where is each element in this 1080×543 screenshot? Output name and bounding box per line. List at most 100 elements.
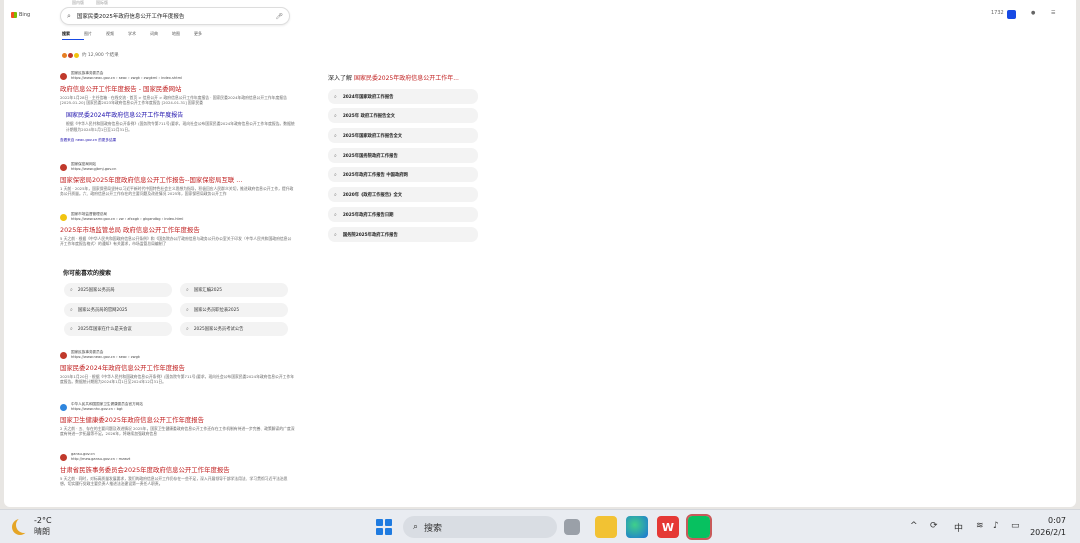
chip-label: 国家汇编2025 <box>193 288 222 293</box>
chip-label: 国家公务员职位表2025 <box>193 308 240 313</box>
related-search-chip[interactable]: ⌕ 国家公务员局的官网2025 <box>64 303 172 317</box>
search-result: 国家保密局网站 https://www.gjbmj.gov.cn 国家保密局202… <box>60 162 295 196</box>
site-url[interactable]: https://www.samr.gov.cn › zw › zfxxgk › … <box>71 217 183 222</box>
site-url[interactable]: https://www.gjbmj.gov.cn <box>71 167 116 172</box>
taskbar: -2°C 晴朗 ⌕ 搜索 W ^ ⟳ 中 ≋ ♪ ▭ 0:07 2026/2/1 <box>0 509 1080 543</box>
search-icon: ⌕ <box>67 11 71 20</box>
rail-search-item[interactable]: ⌕ 2025年国务院政府工作报告 <box>328 148 478 163</box>
temperature: -2°C <box>34 516 52 525</box>
weather-widget[interactable]: -2°C 晴朗 <box>12 515 52 537</box>
site-favicon-icon <box>60 72 67 80</box>
site-favicon-icon <box>60 351 67 359</box>
sub-result-title[interactable]: 国家民委2024年政府信息公开工作年度报告 <box>66 110 295 119</box>
rail-item-label: 2025年政府工作报告 中国政府网 <box>342 172 408 178</box>
taskbar-search[interactable]: ⌕ 搜索 <box>403 516 557 538</box>
site-url[interactable]: http://mzw.gansu.gov.cn › mzwzt <box>71 457 130 462</box>
tab-all[interactable]: 搜索 <box>62 31 84 40</box>
tab-maps[interactable]: 地图 <box>172 31 194 40</box>
related-search-chip[interactable]: ⌕ 国家汇编2025 <box>180 283 288 297</box>
region-tabs: 国内版 国际版 <box>72 0 108 6</box>
search-icon: ⌕ <box>334 191 337 198</box>
rail-search-item[interactable]: ⌕ 国务院2025年政府工作报告 <box>328 227 478 242</box>
site-favicon-icon <box>60 163 67 171</box>
tab-more[interactable]: 更多 <box>194 31 216 40</box>
wechat-icon[interactable] <box>686 514 712 540</box>
result-count-text: 约 12,900 个结果 <box>82 53 119 58</box>
result-title[interactable]: 国家卫生健康委2025年政府信息公开工作年度报告 <box>60 415 295 424</box>
rail-item-label: 2025年政府工作报告日期 <box>342 212 394 218</box>
rail-item-label: 2025年国务院政府工作报告 <box>342 153 398 159</box>
chevron-up-icon[interactable]: ^ <box>910 521 918 531</box>
result-title[interactable]: 国家民委2024年政府信息公开工作年度报告 <box>60 363 295 372</box>
battery-icon[interactable]: ▭ <box>1011 521 1020 531</box>
search-icon: ⌕ <box>334 132 337 139</box>
chip-label: 2025国家公务员考试公告 <box>193 327 244 332</box>
rail-item-label: 2025年国家政府工作报告全文 <box>342 133 403 139</box>
result-title[interactable]: 政府信息公开工作年度报告 - 国家民委网站 <box>60 84 295 93</box>
microphone-icon[interactable]: 🎤︎ <box>275 13 283 20</box>
chip-label: 国家公务员局的官网2025 <box>77 308 128 313</box>
more-results-link[interactable]: 查看来自 neac.gov.cn 的更多结果 <box>60 138 295 143</box>
time: 0:07 <box>1048 516 1066 525</box>
rewards-points[interactable]: 1732 <box>991 10 1004 16</box>
region-tab-domestic[interactable]: 国内版 <box>72 0 84 6</box>
rail-search-item[interactable]: ⌕ 2024年国家政府工作报告 <box>328 89 478 104</box>
tab-dictionary[interactable]: 词典 <box>150 31 172 40</box>
search-icon: ⌕ <box>413 522 419 532</box>
sub-result-snippet: 根据《中华人民共和国政府信息公开条例》(国务院令第711号)要求，现向社会公布国… <box>66 121 295 132</box>
site-url[interactable]: https://www.neac.gov.cn › seac › zwgk <box>71 355 140 360</box>
site-favicon-icon <box>60 403 67 411</box>
tab-videos[interactable]: 视频 <box>106 31 128 40</box>
rail-search-item[interactable]: ⌕ 2025年国家政府工作报告全文 <box>328 128 478 143</box>
search-input[interactable]: 国家民委2025年政府信息公开工作年度报告 <box>77 12 185 20</box>
search-icon: ⌕ <box>70 307 73 313</box>
rail-item-label: 2020年《政府工作报告》全文 <box>342 192 403 198</box>
result-snippet: 2022年1月28日 · 主任信箱 · 在线交流 · 首页 > 信息公开 > 政… <box>60 95 287 106</box>
menu-icon[interactable]: ☰ <box>1051 10 1055 16</box>
result-title[interactable]: 国家保密局2025年度政府信息公开工作报告--国家保密局互联 ... <box>60 175 295 184</box>
site-url[interactable]: https://www.nhc.gov.cn › bgt <box>71 407 143 412</box>
rail-heading: 深入了解 国家民委2025年政府信息公开工作年... <box>328 73 459 82</box>
tab-images[interactable]: 图片 <box>84 31 106 40</box>
windows-start-icon[interactable] <box>376 519 392 535</box>
ime-indicator[interactable]: 中 <box>954 521 963 534</box>
rail-search-item[interactable]: ⌕ 2025年 政府工作报告全文 <box>328 108 478 123</box>
related-search-chip[interactable]: ⌕ 2025国家公务员考试公告 <box>180 322 288 336</box>
region-tab-international[interactable]: 国际版 <box>96 0 108 6</box>
sync-icon[interactable]: ⟳ <box>930 521 938 531</box>
search-box[interactable]: ⌕ 国家民委2025年政府信息公开工作年度报告 🎤︎ <box>60 7 290 25</box>
wifi-icon[interactable]: ≋ <box>976 521 984 531</box>
search-icon: ⌕ <box>70 326 73 332</box>
search-icon: ⌕ <box>334 211 337 218</box>
bing-logo[interactable]: Bing <box>11 12 30 18</box>
search-result: 中华人民共和国国家卫生健康委员会官方网站 https://www.nhc.gov.… <box>60 402 295 436</box>
rail-heading-prefix: 深入了解 <box>328 75 353 82</box>
search-icon: ⌕ <box>186 287 189 293</box>
related-search-chip[interactable]: ⌕ 2025年国家在什么是天会议 <box>64 322 172 336</box>
result-title[interactable]: 甘肃省民族事务委员会2025年度政府信息公开工作年度报告 <box>60 465 295 474</box>
taskbar-search-label: 搜索 <box>424 523 443 534</box>
rail-search-item[interactable]: ⌕ 2025年政府工作报告 中国政府网 <box>328 167 478 182</box>
file-explorer-icon[interactable] <box>595 516 617 538</box>
rail-search-item[interactable]: ⌕ 2025年政府工作报告日期 <box>328 207 478 222</box>
search-result: 国家民族事务委员会 https://www.neac.gov.cn › seac … <box>60 71 295 143</box>
rail-item-label: 国务院2025年政府工作报告 <box>342 232 398 238</box>
related-search-chip[interactable]: ⌕ 国家公务员职位表2025 <box>180 303 288 317</box>
wps-office-icon[interactable]: W <box>657 516 679 538</box>
search-result: 国家民族事务委员会 https://www.neac.gov.cn › seac … <box>60 350 295 384</box>
rail-search-item[interactable]: ⌕ 2020年《政府工作报告》全文 <box>328 187 478 202</box>
rewards-icon[interactable] <box>1007 10 1016 19</box>
result-site: 中华人民共和国国家卫生健康委员会官方网站 https://www.nhc.gov.… <box>60 402 295 412</box>
edge-browser-icon[interactable] <box>626 516 648 538</box>
result-site: 国家民族事务委员会 https://www.neac.gov.cn › seac … <box>60 350 295 360</box>
site-url[interactable]: https://www.neac.gov.cn › seac › zwgk › … <box>71 76 182 81</box>
system-clock[interactable]: 0:07 2026/2/1 <box>1030 515 1066 539</box>
related-search-chip[interactable]: ⌕ 2025国家公务员局 <box>64 283 172 297</box>
task-view-icon[interactable] <box>564 519 580 535</box>
tab-academic[interactable]: 学术 <box>128 31 150 40</box>
volume-icon[interactable]: ♪ <box>993 521 999 531</box>
result-title[interactable]: 2025年市场监管总局 政府信息公开工作年度报告 <box>60 225 295 234</box>
moon-icon <box>16 517 32 533</box>
result-snippet: 5 天之前 · 同时，对标高质量发展要求，我们的政府信息公开工作仍存在一些不足，… <box>60 476 288 487</box>
account-icon[interactable]: ● <box>1031 10 1035 16</box>
